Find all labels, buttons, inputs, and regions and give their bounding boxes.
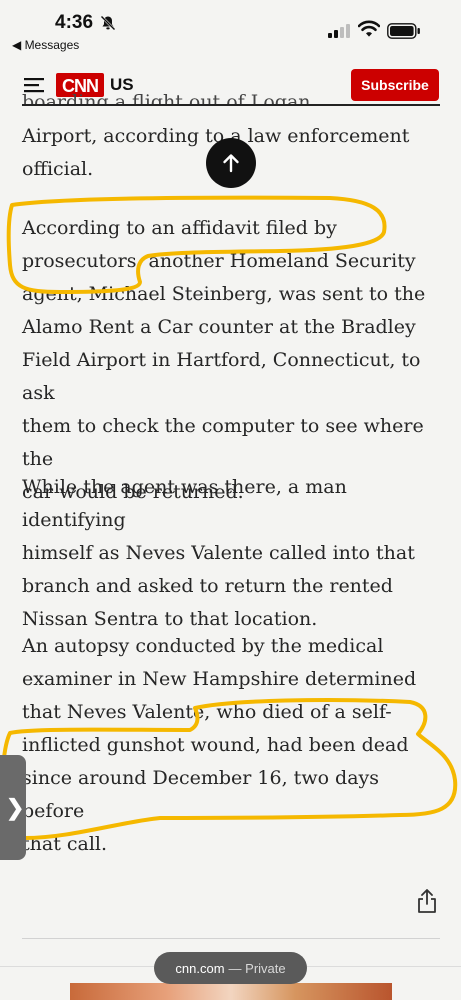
article-image-thumbnail[interactable] [70, 983, 392, 1000]
divider [22, 938, 440, 939]
text-line: prosecutors, another Homeland Security [22, 250, 416, 272]
text-line: While the agent was there, a man identif… [22, 476, 347, 531]
text-line: branch and asked to return the rented [22, 575, 393, 597]
text-line: agent, Michael Steinberg, was sent to th… [22, 283, 426, 305]
scroll-to-top-button[interactable] [206, 138, 256, 188]
private-mode-label: — Private [228, 960, 286, 976]
article-paragraph-4: An autopsy conducted by the medical exam… [22, 630, 440, 861]
bell-muted-icon [100, 15, 116, 31]
cutoff-text-line: boarding a flight out of Logan Internati… [22, 91, 311, 106]
scroll-to-top-icon [223, 154, 239, 173]
wifi-icon [358, 20, 380, 37]
url-text: cnn.com [175, 960, 225, 976]
text-line: that Neves Valente, who died of a self- [22, 701, 392, 723]
clock: 4:36 [55, 12, 94, 33]
header-rule [22, 104, 440, 106]
text-line: Field Airport in Hartford, Connecticut, … [22, 349, 421, 404]
article-paragraph-2: According to an affidavit filed by prose… [22, 212, 440, 509]
text-line: that call. [22, 833, 108, 855]
text-line: himself as Neves Valente called into tha… [22, 542, 415, 564]
text-line: According to an affidavit filed by [22, 217, 337, 239]
text-line: inflicted gunshot wound, had been dead [22, 734, 409, 756]
status-bar: 4:36 ◀ Messages [0, 0, 461, 60]
battery-icon [387, 23, 420, 39]
text-line: An autopsy conducted by the medical [22, 635, 384, 657]
text-line: examiner in New Hampshire determined [22, 668, 417, 690]
article-paragraph-3: While the agent was there, a man identif… [22, 471, 440, 636]
share-icon[interactable] [416, 888, 438, 914]
text-line: Alamo Rent a Car counter at the Bradley [22, 316, 416, 338]
signal-icon [328, 24, 350, 38]
text-line: them to check the computer to see where … [22, 415, 424, 470]
side-panel-tab[interactable]: ❯ [0, 755, 26, 860]
back-to-messages[interactable]: ◀ Messages [12, 38, 79, 52]
url-bar-pill[interactable]: cnn.com — Private [154, 952, 307, 984]
side-tab-chevron-icon: ❯ [6, 795, 25, 820]
text-line: since around December 16, two days befor… [22, 767, 380, 822]
